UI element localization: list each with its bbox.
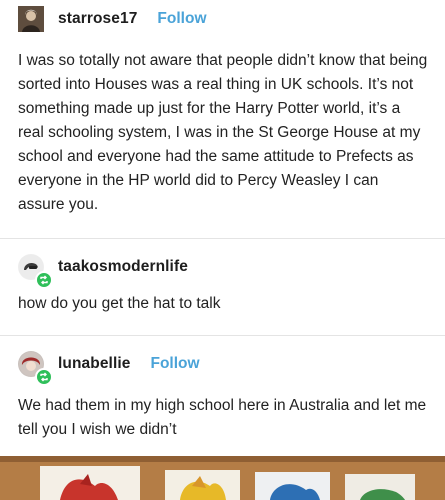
post-header: taakosmodernlife: [18, 254, 188, 289]
post-header: starrose17 Follow: [18, 6, 207, 32]
reblog-icon: [35, 271, 53, 289]
post-header: lunabellie Follow: [18, 351, 200, 386]
reblog-icon: [35, 368, 53, 386]
username[interactable]: taakosmodernlife: [58, 258, 188, 276]
username[interactable]: lunabellie: [58, 355, 131, 373]
avatar[interactable]: [18, 254, 53, 289]
post-photo[interactable]: [0, 456, 445, 500]
follow-button[interactable]: Follow: [151, 355, 200, 373]
post-text: We had them in my high school here in Au…: [18, 397, 427, 438]
username[interactable]: starrose17: [58, 10, 137, 28]
follow-button[interactable]: Follow: [157, 10, 206, 28]
avatar[interactable]: [18, 351, 53, 386]
divider: [0, 335, 445, 336]
post-text: how do you get the hat to talk: [18, 295, 221, 312]
post-text: I was so totally not aware that people d…: [18, 52, 428, 213]
house-banners-image: [0, 456, 445, 500]
avatar[interactable]: [18, 6, 44, 32]
divider: [0, 238, 445, 239]
avatar-portrait-icon: [18, 6, 44, 32]
